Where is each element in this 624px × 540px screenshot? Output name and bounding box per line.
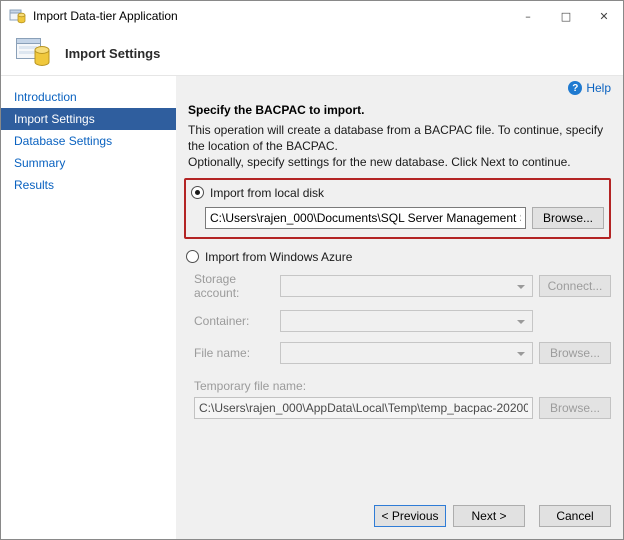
sidebar-item-introduction[interactable]: Introduction (1, 86, 176, 108)
container-label: Container: (194, 314, 274, 328)
import-local-disk-label: Import from local disk (210, 186, 324, 200)
local-browse-button[interactable]: Browse... (532, 207, 604, 229)
annotation-highlight-box: Import from local disk Browse... (184, 178, 611, 239)
chevron-down-icon (517, 285, 525, 289)
help-label: Help (586, 81, 611, 95)
storage-account-select (280, 275, 533, 297)
titlebar: Import Data-tier Application – □ ✕ (1, 1, 623, 31)
file-name-select (280, 342, 533, 364)
file-name-label: File name: (194, 346, 274, 360)
chevron-down-icon (517, 352, 525, 356)
page-description-line2: Optionally, specify settings for the new… (188, 154, 611, 170)
radio-unselected-icon (186, 250, 199, 263)
help-icon: ? (568, 81, 582, 95)
storage-account-label: Storage account: (194, 272, 274, 300)
import-data-tier-icon (15, 35, 53, 71)
sidebar-item-summary[interactable]: Summary (1, 152, 176, 174)
chevron-down-icon (517, 320, 525, 324)
minimize-button[interactable]: – (509, 1, 547, 31)
window-title: Import Data-tier Application (33, 9, 178, 23)
sidebar-item-import-settings[interactable]: Import Settings (1, 108, 176, 130)
maximize-button[interactable]: □ (547, 1, 585, 31)
file-name-row: File name: Browse... (194, 342, 611, 364)
import-data-tier-application-window: Import Data-tier Application – □ ✕ Impor… (0, 0, 624, 540)
wizard-nav: Introduction Import Settings Database Se… (1, 76, 176, 539)
wizard-header: Import Settings (1, 31, 623, 75)
container-row: Container: (194, 310, 611, 332)
wizard-body: Introduction Import Settings Database Se… (1, 75, 623, 539)
sidebar-item-database-settings[interactable]: Database Settings (1, 130, 176, 152)
help-link[interactable]: ? Help (568, 81, 611, 95)
import-local-disk-radio[interactable]: Import from local disk (191, 183, 604, 203)
bacpac-path-input[interactable] (205, 207, 526, 229)
import-azure-radio[interactable]: Import from Windows Azure (186, 247, 611, 267)
sidebar-item-results[interactable]: Results (1, 174, 176, 196)
cancel-button[interactable]: Cancel (539, 505, 611, 527)
temporary-file-row: Browse... (194, 397, 611, 419)
bacpac-path-row: Browse... (205, 207, 604, 229)
page-title: Import Settings (65, 46, 160, 61)
app-icon (9, 7, 27, 25)
storage-account-row: Storage account: Connect... (194, 272, 611, 300)
temporary-file-name-label: Temporary file name: (194, 379, 611, 393)
import-settings-page: ? Help Specify the BACPAC to import. Thi… (176, 76, 623, 539)
temporary-browse-button: Browse... (539, 397, 611, 419)
page-description-line1: This operation will create a database fr… (188, 122, 611, 154)
temporary-file-input (194, 397, 533, 419)
import-azure-label: Import from Windows Azure (205, 250, 352, 264)
previous-button[interactable]: < Previous (374, 505, 446, 527)
close-button[interactable]: ✕ (585, 1, 623, 31)
radio-selected-icon (191, 186, 204, 199)
azure-browse-button: Browse... (539, 342, 611, 364)
connect-button: Connect... (539, 275, 611, 297)
help-row: ? Help (186, 81, 611, 95)
container-select (280, 310, 533, 332)
wizard-footer: < Previous Next > Cancel (186, 497, 611, 529)
page-heading: Specify the BACPAC to import. (188, 103, 611, 117)
window-controls: – □ ✕ (509, 1, 623, 31)
next-button[interactable]: Next > (453, 505, 525, 527)
